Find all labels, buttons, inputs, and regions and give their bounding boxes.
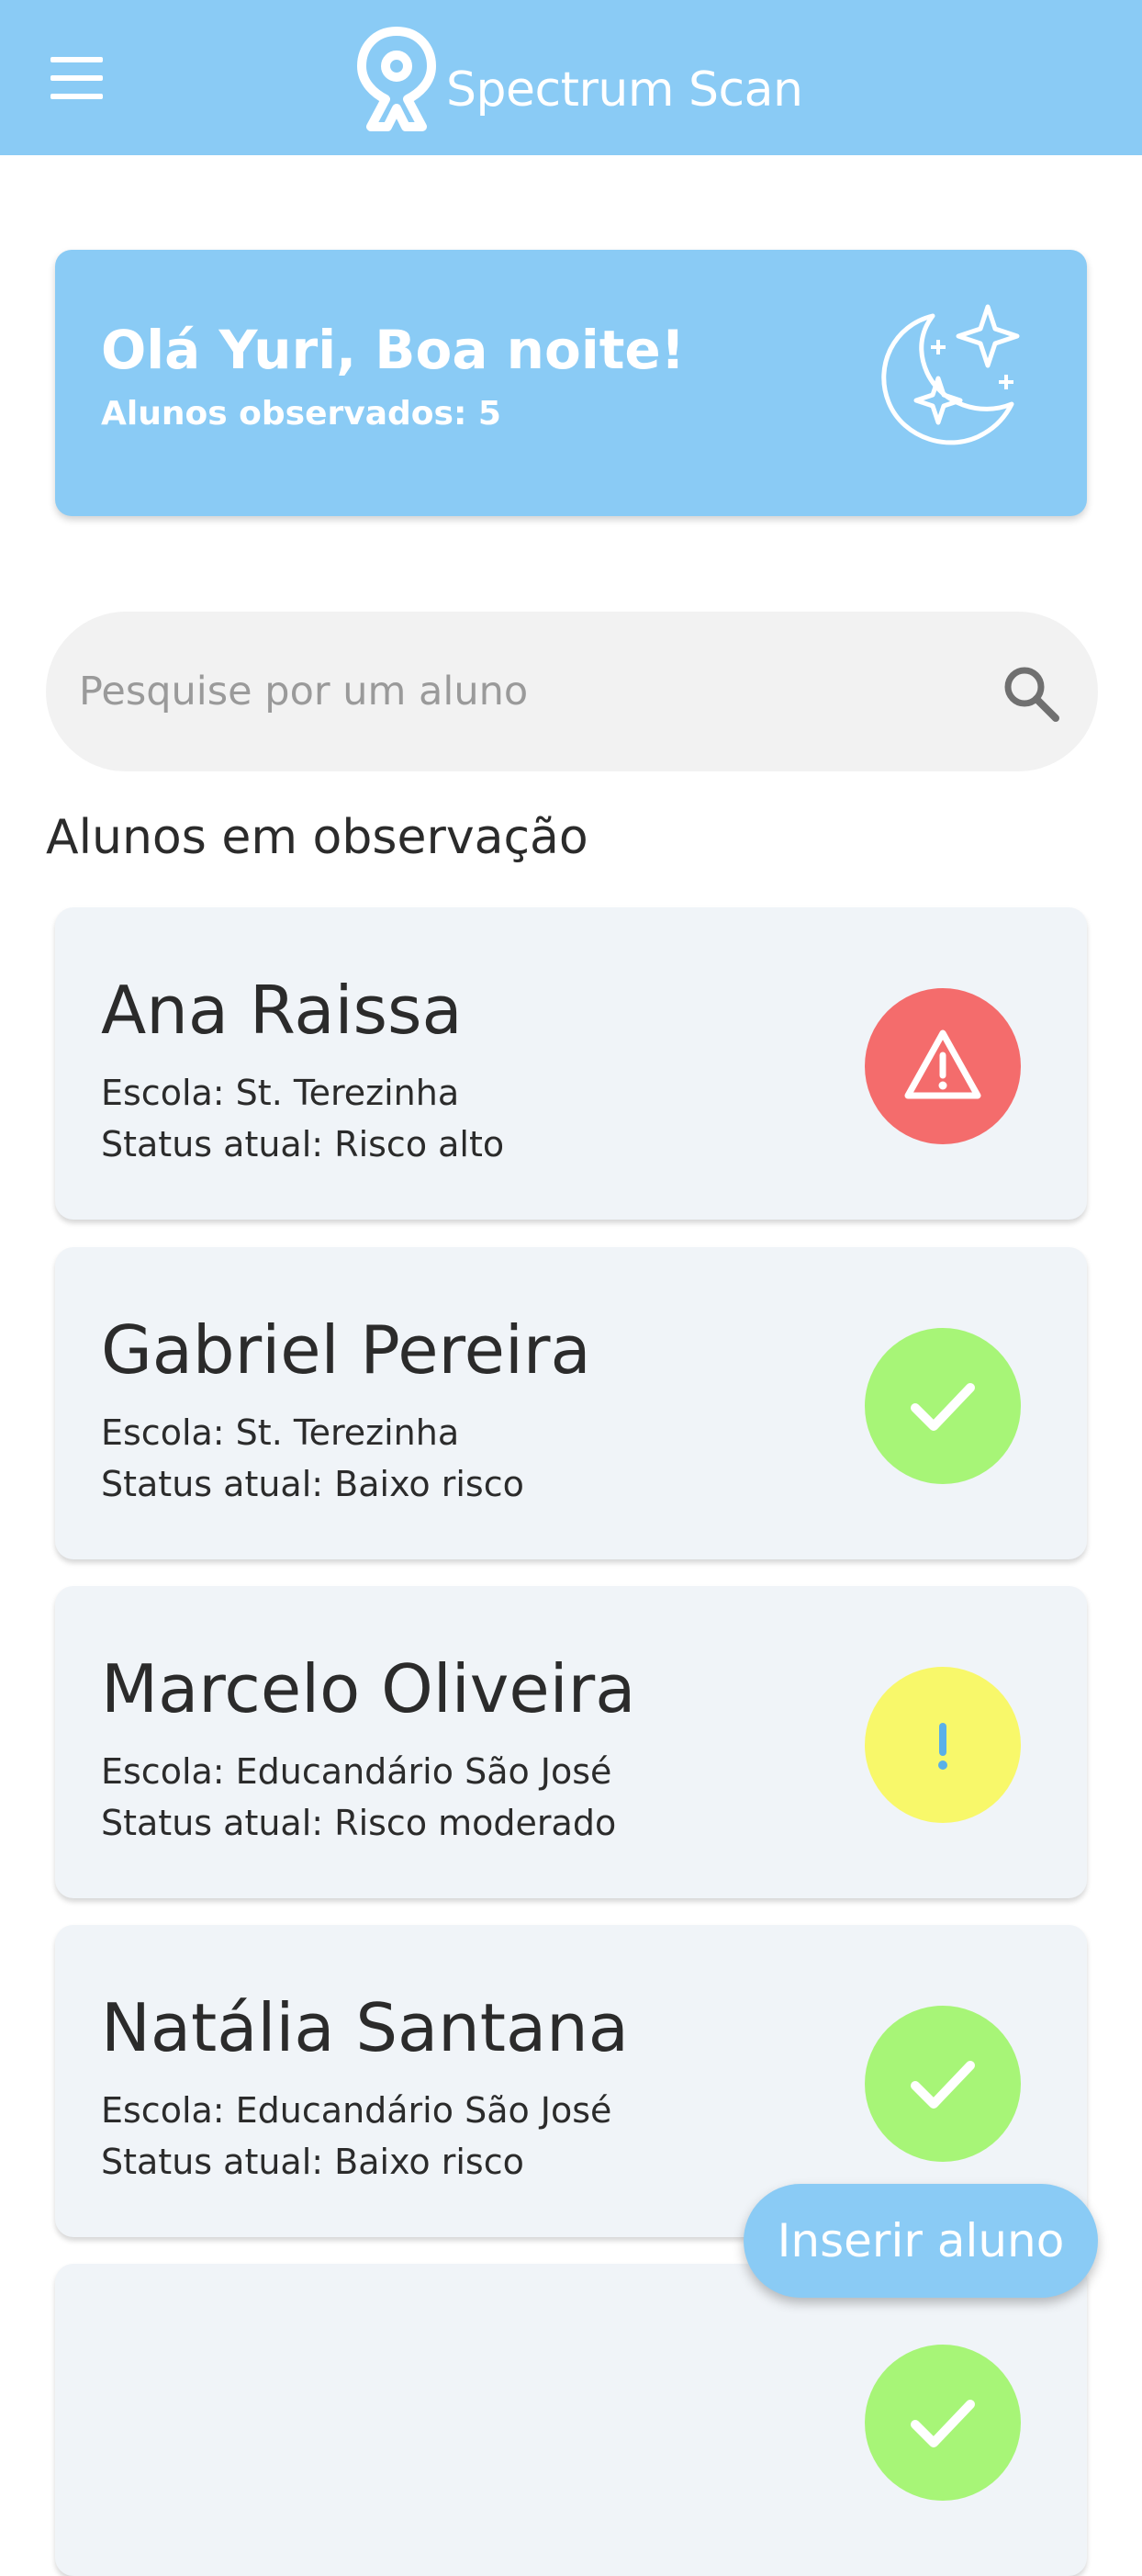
student-name: Natália Santana xyxy=(101,1989,629,2066)
student-name: Marcelo Oliveira xyxy=(101,1650,636,1727)
search-bar xyxy=(46,612,1098,771)
check-icon xyxy=(911,2400,975,2447)
student-card[interactable]: Marcelo Oliveira Escola: Educandário São… xyxy=(55,1586,1087,1898)
student-name: Ana Raissa xyxy=(101,972,463,1049)
status-badge xyxy=(865,2345,1021,2501)
student-name: Gabriel Pereira xyxy=(101,1311,591,1389)
status-badge xyxy=(865,2006,1021,2162)
student-school: Escola: Educandário São José xyxy=(101,2090,612,2131)
app-title: Spectrum Scan xyxy=(446,62,803,118)
search-input[interactable] xyxy=(79,612,997,771)
ribbon-pin-icon xyxy=(357,27,436,131)
status-badge xyxy=(865,1667,1021,1823)
exclamation-icon xyxy=(938,1723,947,1770)
app-bar: Spectrum Scan xyxy=(0,0,1142,155)
section-title: Alunos em observação xyxy=(46,810,588,865)
student-card[interactable] xyxy=(55,2264,1087,2576)
check-icon xyxy=(911,1383,975,1431)
greeting-card: Olá Yuri, Boa noite! Alunos observados: … xyxy=(55,250,1087,516)
check-icon xyxy=(911,2061,975,2109)
student-school: Escola: St. Terezinha xyxy=(101,1412,460,1453)
student-school: Escola: St. Terezinha xyxy=(101,1073,460,1113)
status-badge xyxy=(865,1328,1021,1484)
hamburger-menu-icon[interactable] xyxy=(50,57,106,99)
app-logo: Spectrum Scan xyxy=(354,24,803,134)
student-status: Status atual: Baixo risco xyxy=(101,2142,524,2182)
insert-student-button[interactable]: Inserir aluno xyxy=(744,2184,1098,2298)
student-status: Status atual: Risco moderado xyxy=(101,1803,617,1843)
status-badge xyxy=(865,988,1021,1144)
student-card[interactable]: Gabriel Pereira Escola: St. Terezinha St… xyxy=(55,1247,1087,1559)
student-school: Escola: Educandário São José xyxy=(101,1751,612,1792)
student-card[interactable]: Ana Raissa Escola: St. Terezinha Status … xyxy=(55,907,1087,1220)
observed-count: Alunos observados: 5 xyxy=(101,395,501,433)
student-status: Status atual: Baixo risco xyxy=(101,1464,524,1504)
moon-stars-icon xyxy=(881,304,1020,445)
student-status: Status atual: Risco alto xyxy=(101,1124,505,1164)
search-icon[interactable] xyxy=(999,661,1063,726)
warning-icon xyxy=(904,1029,981,1099)
greeting-title: Olá Yuri, Boa noite! xyxy=(101,319,686,381)
